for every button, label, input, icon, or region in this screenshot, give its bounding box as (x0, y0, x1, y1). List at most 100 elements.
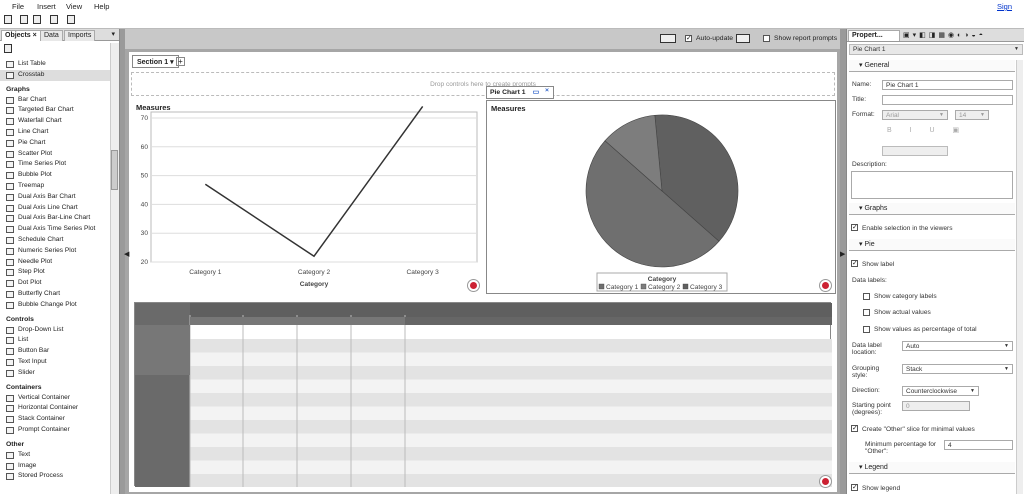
menu-file[interactable]: File (12, 2, 24, 11)
grouping-select[interactable]: Stack ▼ (902, 364, 1013, 374)
menu-insert[interactable]: Insert (37, 2, 56, 11)
menu-help[interactable]: Help (94, 2, 109, 11)
section-tab[interactable]: Section 1 ▾ (132, 55, 179, 68)
properties-scrollbar[interactable] (1016, 60, 1023, 494)
list-item[interactable]: Horizontal Container (0, 403, 110, 414)
tab-data[interactable]: Data (40, 30, 63, 41)
name-field[interactable]: Pie Chart 1 (882, 80, 1013, 90)
tab-imports[interactable]: Imports (64, 30, 96, 41)
open-icon[interactable] (20, 15, 28, 24)
right-collapse-icon[interactable]: ▶ (840, 250, 845, 258)
list-item[interactable]: Crosstab (0, 69, 110, 81)
list-item[interactable]: Scatter Plot (0, 149, 110, 160)
close-icon[interactable]: × (545, 87, 549, 94)
starting-field[interactable]: 0 (902, 401, 970, 411)
saveas-icon[interactable] (50, 15, 58, 24)
insert-icon[interactable] (4, 44, 12, 53)
general-header[interactable]: ▾ General (849, 60, 1015, 72)
list-item[interactable]: Needle Plot (0, 257, 110, 268)
list-item[interactable]: Dual Axis Bar-Line Chart (0, 213, 110, 224)
remove-icon[interactable] (820, 476, 831, 487)
save-icon[interactable] (33, 15, 41, 24)
tab-objects[interactable]: Objects × (1, 30, 41, 41)
list-item[interactable]: Bubble Change Plot (0, 300, 110, 311)
list-item[interactable]: Dual Axis Line Chart (0, 203, 110, 214)
remove-icon[interactable] (820, 280, 831, 291)
list-item[interactable]: Targeted Bar Chart (0, 105, 110, 116)
list-item[interactable]: Butterfly Chart (0, 289, 110, 300)
list-item[interactable]: Dual Axis Time Series Plot (0, 224, 110, 235)
direction-select[interactable]: Counterclockwise ▼ (902, 386, 979, 396)
list-item[interactable]: Numeric Series Plot (0, 246, 110, 257)
list-item[interactable]: List (0, 335, 110, 346)
legend-header[interactable]: ▾ Legend (849, 462, 1015, 474)
size-select[interactable]: 14 ▼ (955, 110, 989, 120)
pie-chart[interactable]: Measures Category Category 1 Category 2 Cat… (486, 100, 836, 294)
show-percent-checkbox[interactable] (863, 326, 870, 333)
list-item[interactable]: Vertical Container (0, 393, 110, 404)
description-field[interactable] (851, 171, 1013, 199)
title-field[interactable] (882, 95, 1013, 105)
line-chart[interactable]: Measures 20 30 40 50 60 70 Category 1 Category … (131, 100, 481, 294)
pie-chart-tab[interactable]: Pie Chart 1 ▭ × (486, 86, 554, 99)
remove-icon[interactable] (468, 280, 479, 291)
scrollbar-thumb[interactable] (111, 150, 118, 190)
list-item[interactable]: Dot Plot (0, 278, 110, 289)
list-item[interactable]: Text (0, 450, 110, 461)
prompt-drop-zone[interactable]: Drop controls here to create prompts (131, 72, 835, 96)
list-item[interactable]: Button Bar (0, 346, 110, 357)
pie-header[interactable]: ▾ Pie (849, 239, 1015, 251)
left-collapse-icon[interactable]: ◀ (124, 250, 129, 258)
show-category-checkbox[interactable] (863, 293, 870, 300)
object-icon (6, 348, 14, 356)
show-label-checkbox[interactable]: ✓ (851, 260, 858, 267)
maximize-icon[interactable]: ▭ (533, 88, 539, 96)
enable-selection-checkbox[interactable]: ✓ (851, 224, 858, 231)
fit-icon[interactable] (660, 34, 676, 43)
add-section-icon[interactable]: + (176, 57, 185, 66)
text-style-icons[interactable]: B I U ▣ (887, 126, 967, 134)
list-item[interactable]: Drop-Down List (0, 325, 110, 336)
object-selector[interactable]: Pie Chart 1 ▼ (849, 44, 1023, 55)
y-tick-label: 70 (141, 115, 149, 122)
tab-properties[interactable]: Propert... (848, 30, 900, 41)
legend-entry: Category 1 (606, 284, 639, 291)
min-pct-field[interactable]: 4 (944, 440, 1013, 450)
new-icon[interactable] (4, 15, 12, 24)
list-item[interactable]: Treemap (0, 181, 110, 192)
list-item[interactable]: Waterfall Chart (0, 116, 110, 127)
panel-menu-icon[interactable]: ▾ (111, 30, 115, 38)
list-item[interactable]: Dual Axis Bar Chart (0, 192, 110, 203)
refresh-icon[interactable] (736, 34, 750, 43)
create-other-checkbox[interactable]: ✓ (851, 425, 858, 432)
menu-view[interactable]: View (66, 2, 82, 11)
list-item[interactable]: Slider (0, 368, 110, 379)
list-item[interactable]: Stored Process (0, 471, 110, 482)
list-item[interactable]: List Table (0, 59, 110, 70)
list-item[interactable]: Line Chart (0, 127, 110, 138)
show-legend-checkbox[interactable]: ✓ (851, 484, 858, 491)
list-item[interactable]: Stack Container (0, 414, 110, 425)
view-icon[interactable] (67, 15, 75, 24)
list-item[interactable]: Step Plot (0, 267, 110, 278)
list-item[interactable]: Time Series Plot (0, 159, 110, 170)
showprompts-checkbox[interactable] (763, 35, 770, 42)
scrollbar[interactable] (110, 43, 119, 494)
list-item[interactable]: Prompt Container (0, 425, 110, 436)
show-legend-label: Show legend (862, 485, 901, 492)
list-item[interactable]: Bubble Plot (0, 170, 110, 181)
graphs-header[interactable]: ▾ Graphs (849, 203, 1015, 215)
list-item[interactable]: Text Input (0, 357, 110, 368)
location-select[interactable]: Auto ▼ (902, 341, 1013, 351)
align-icons[interactable] (882, 146, 948, 156)
autoupdate-checkbox[interactable]: ✓ (685, 35, 692, 42)
report-toolbar: ✓ Auto-update Show report prompts (125, 29, 840, 49)
list-item[interactable]: Pie Chart (0, 138, 110, 149)
crosstab[interactable] (134, 302, 832, 494)
font-select[interactable]: Arial ▼ (882, 110, 948, 120)
style-icons[interactable]: ▣▾◧◨▦◉◐◑◒◓ (903, 31, 986, 39)
list-item[interactable]: Bar Chart (0, 95, 110, 106)
list-item[interactable]: Image (0, 461, 110, 472)
list-item[interactable]: Schedule Chart (0, 235, 110, 246)
show-actual-checkbox[interactable] (863, 309, 870, 316)
